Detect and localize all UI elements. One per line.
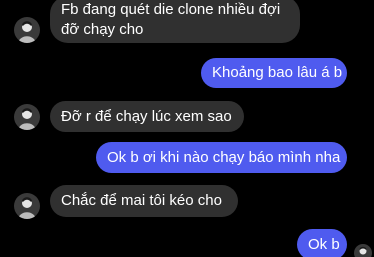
seen-avatar-icon [354, 244, 372, 257]
message-text: Chắc để mai tôi kéo cho [61, 192, 222, 209]
incoming-message-bubble[interactable]: Đỡ r để chạy lúc xem sao [50, 101, 244, 132]
message-text-line: đỡ chạy cho [61, 21, 144, 38]
contact-avatar[interactable] [14, 17, 40, 43]
incoming-message-bubble[interactable]: Fb đang quét die clone nhiều đợi đỡ chạy… [50, 0, 300, 43]
incoming-message-bubble[interactable]: Chắc để mai tôi kéo cho [50, 185, 238, 217]
message-text: Ok b [308, 236, 340, 253]
message-text: Đỡ r để chạy lúc xem sao [61, 108, 232, 125]
message-text: Khoảng bao lâu á b [212, 64, 343, 81]
outgoing-message-bubble[interactable]: Ok b ơi khi nào chạy báo mình nha [96, 142, 347, 173]
message-thread[interactable]: Fb đang quét die clone nhiều đợi đỡ chạy… [0, 0, 374, 257]
contact-avatar[interactable] [14, 193, 40, 219]
outgoing-message-bubble[interactable]: Khoảng bao lâu á b [201, 58, 347, 88]
message-text-line: Fb đang quét die clone nhiều đợi [61, 1, 281, 18]
contact-avatar[interactable] [14, 104, 40, 130]
message-text: Ok b ơi khi nào chạy báo mình nha [107, 149, 341, 166]
outgoing-message-bubble[interactable]: Ok b [297, 229, 347, 257]
